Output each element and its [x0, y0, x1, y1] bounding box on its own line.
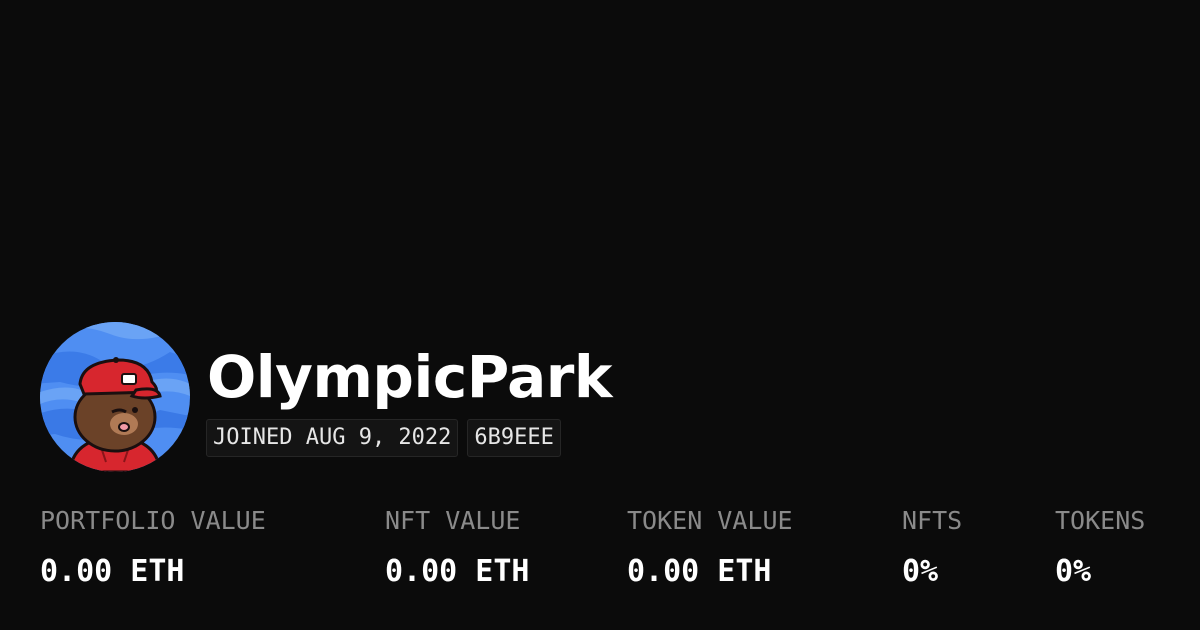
stat-tokens: TOKENS 0% [1055, 505, 1145, 589]
stat-value: 0.00 ETH [40, 554, 185, 589]
address-badge[interactable]: 6B9EEE [467, 419, 561, 457]
stat-value: 0% [902, 554, 939, 589]
stat-token-value: TOKEN VALUE 0.00 ETH [627, 505, 793, 589]
stat-value: 0.00 ETH [627, 554, 772, 589]
profile-tags: JOINED AUG 9, 2022 6B9EEE [206, 419, 561, 457]
stat-label: PORTFOLIO VALUE [40, 506, 266, 535]
stat-nft-value: NFT VALUE 0.00 ETH [385, 505, 530, 589]
stat-nfts: NFTS 0% [902, 505, 962, 589]
stat-label: NFTS [902, 506, 963, 535]
stat-value: 0.00 ETH [385, 554, 530, 589]
stat-label: NFT VALUE [385, 506, 521, 535]
stat-portfolio-value: PORTFOLIO VALUE 0.00 ETH [40, 505, 266, 589]
avatar [40, 322, 190, 472]
stat-value: 0% [1055, 554, 1092, 589]
joined-date-badge: JOINED AUG 9, 2022 [206, 419, 459, 457]
profile-username: OlympicPark [207, 343, 612, 411]
stat-label: TOKENS [1055, 506, 1146, 535]
profile-card: { "profile": { "username": "OlympicPark"… [0, 0, 1200, 630]
mole-avatar-icon [40, 322, 190, 472]
stat-label: TOKEN VALUE [627, 506, 793, 535]
